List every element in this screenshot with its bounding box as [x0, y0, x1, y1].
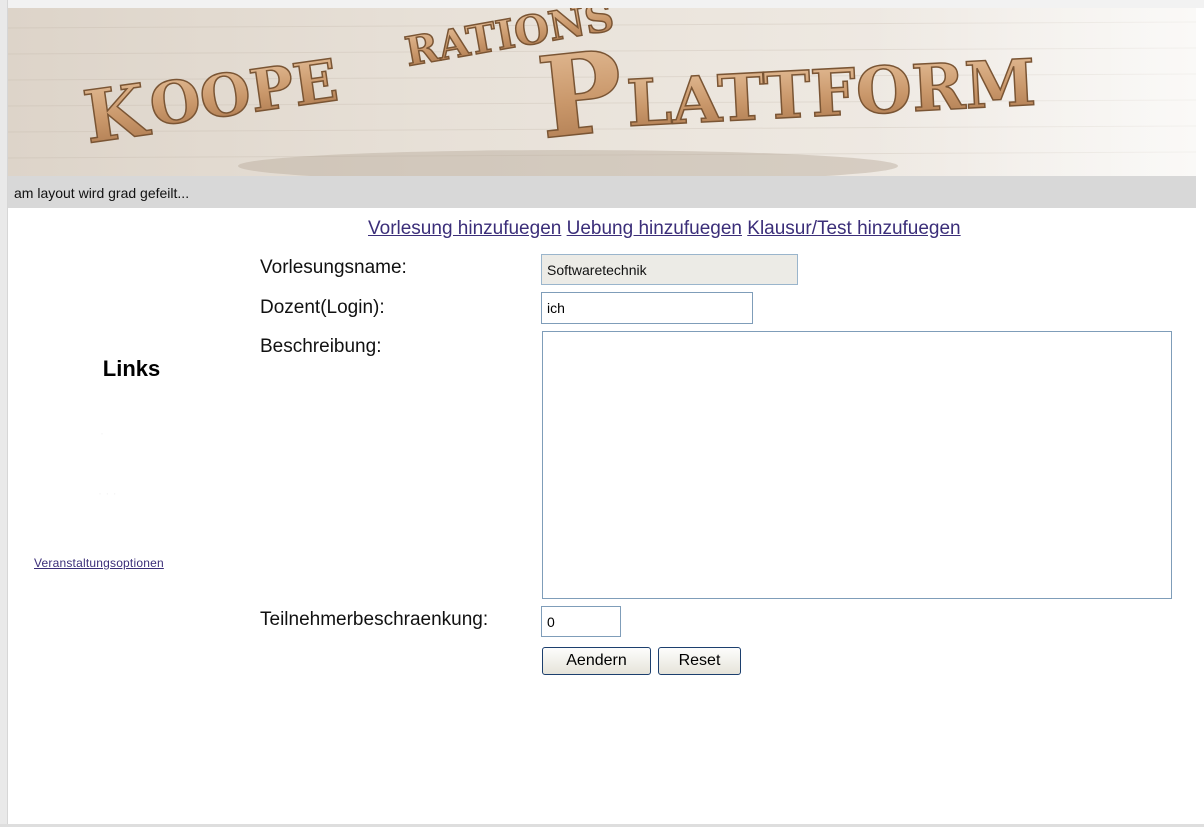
participant-limit-label: Teilnehmerbeschraenkung:: [260, 609, 489, 630]
sidebar-faint-item: ·: [100, 426, 104, 440]
svg-text:OOPE: OOPE: [145, 46, 342, 140]
banner-artwork: K OOPE RATIONS P LATTFORM: [8, 8, 1196, 176]
svg-text:P: P: [532, 26, 629, 165]
description-textarea[interactable]: [542, 331, 1172, 599]
lecturer-login-input[interactable]: [541, 292, 753, 324]
add-exercise-link[interactable]: Uebung hinzufuegen: [567, 218, 742, 239]
links-heading: Links: [102, 356, 161, 381]
window-frame-top: [0, 0, 1204, 8]
participant-limit-input[interactable]: [541, 606, 621, 637]
top-navigation: Vorlesung hinzufuegen Uebung hinzufuegen…: [368, 218, 961, 240]
sidebar: Links · · · · Veranstaltungsoptionen: [20, 208, 225, 808]
sidebar-link-veranstaltungsoptionen[interactable]: Veranstaltungsoptionen: [34, 556, 164, 570]
window-frame-left: [0, 0, 8, 827]
svg-text:K: K: [79, 67, 155, 160]
add-exam-link[interactable]: Klausur/Test hinzufuegen: [747, 218, 960, 239]
status-text: am layout wird grad gefeilt...: [14, 185, 190, 201]
add-lecture-link[interactable]: Vorlesung hinzufuegen: [368, 218, 561, 239]
lecture-name-input[interactable]: [541, 254, 798, 285]
sidebar-faint-item: · · ·: [98, 486, 117, 500]
status-bar: am layout wird grad gefeilt...: [8, 176, 1196, 208]
lecture-name-label: Vorlesungsname:: [260, 257, 407, 278]
banner-logo: K OOPE RATIONS P LATTFORM: [8, 8, 1196, 176]
reset-button[interactable]: Reset: [658, 647, 741, 675]
lecturer-login-label: Dozent(Login):: [260, 297, 385, 318]
description-label: Beschreibung:: [260, 336, 382, 357]
save-changes-button[interactable]: Aendern: [542, 647, 651, 675]
